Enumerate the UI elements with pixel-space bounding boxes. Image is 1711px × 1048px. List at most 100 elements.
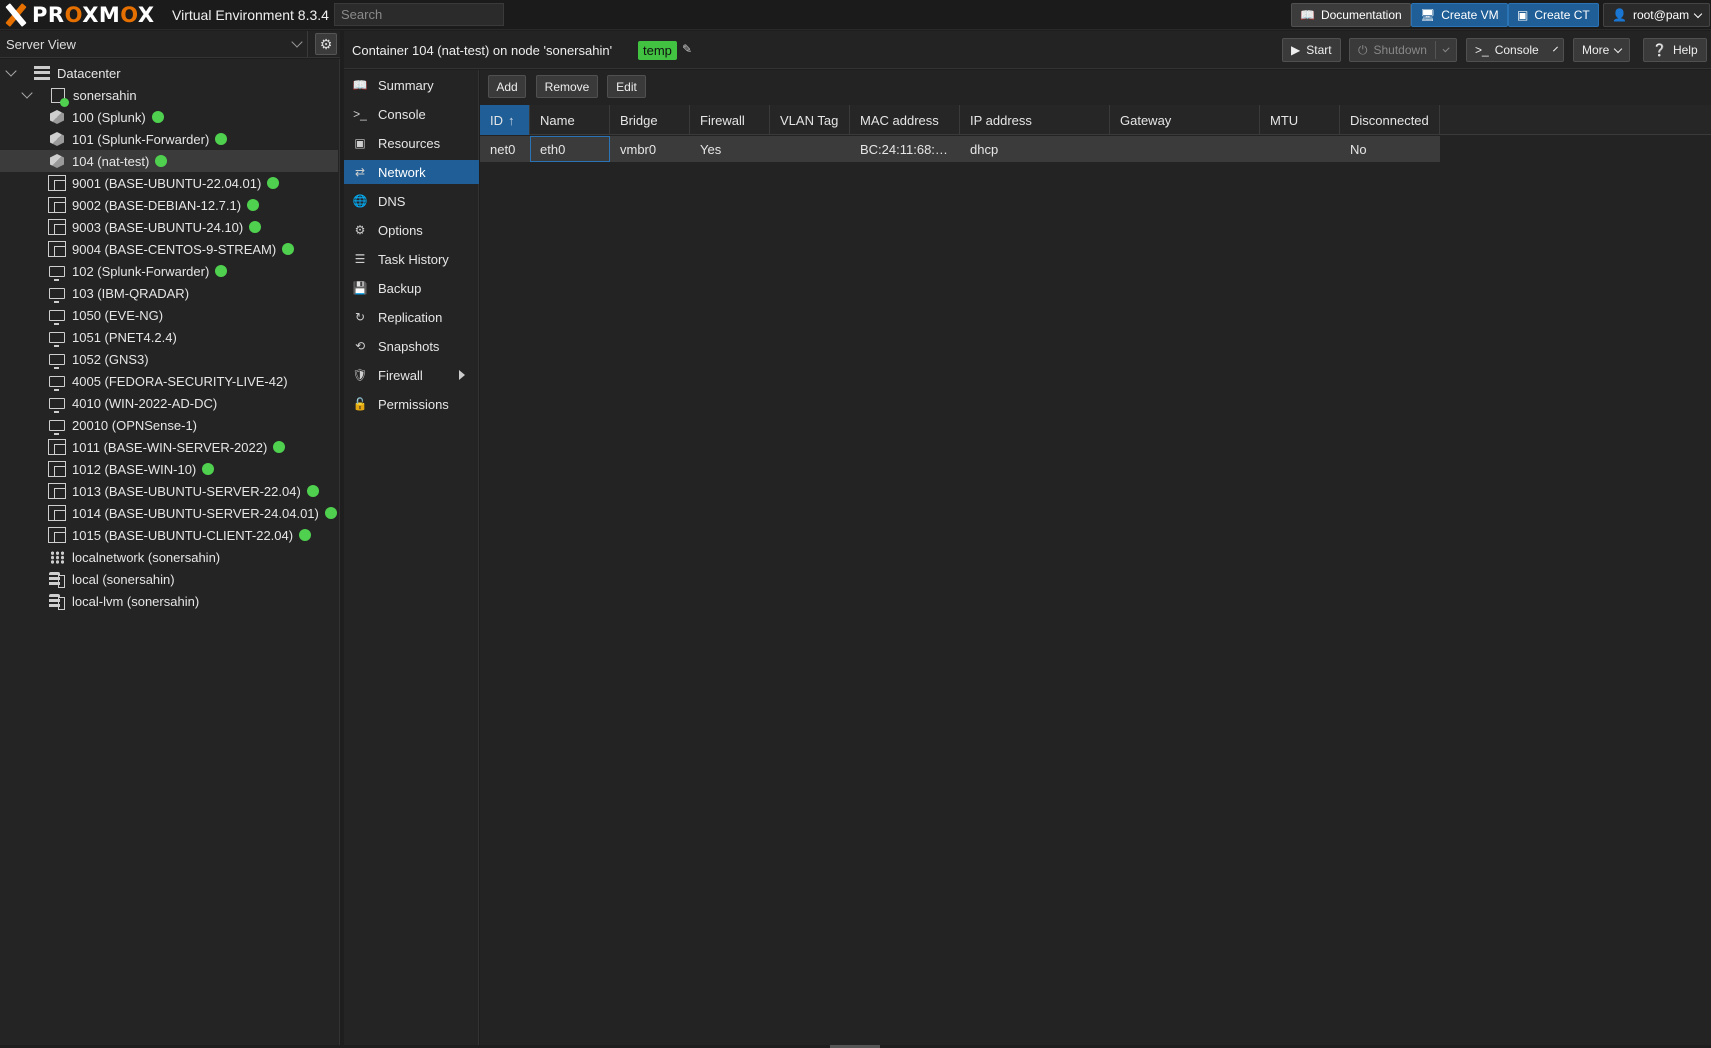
- column-header-disconnected[interactable]: Disconnected: [1340, 105, 1440, 135]
- tree-item[interactable]: 20010 (OPNSense-1): [0, 414, 338, 436]
- chevron-down-icon[interactable]: [1552, 46, 1558, 51]
- tree-item[interactable]: 9004 (BASE-CENTOS-9-STREAM): [0, 238, 338, 260]
- start-button[interactable]: ▶ Start: [1282, 38, 1341, 62]
- cell-bridge: vmbr0: [620, 141, 657, 157]
- cube-icon: ▣: [1517, 8, 1529, 22]
- search-input[interactable]: [334, 3, 504, 26]
- nav-item-summary[interactable]: 📖 Summary: [344, 73, 479, 97]
- tree-item-node[interactable]: sonersahin: [0, 84, 338, 107]
- help-button[interactable]: ❔ Help: [1643, 38, 1707, 62]
- create-ct-button[interactable]: ▣ Create CT: [1508, 3, 1599, 27]
- tree-item[interactable]: 1014 (BASE-UBUNTU-SERVER-24.04.01): [0, 502, 338, 524]
- nav-item-replication[interactable]: ↻ Replication: [344, 305, 479, 329]
- tree-item-label: 100 (Splunk): [72, 109, 146, 125]
- tree-item[interactable]: 1050 (EVE-NG): [0, 304, 338, 326]
- nav-item-dns[interactable]: 🌐 DNS: [344, 189, 479, 213]
- nav-item-snapshots[interactable]: ⟲ Snapshots: [344, 334, 479, 358]
- content-header: Container 104 (nat-test) on node 'soners…: [344, 31, 1711, 69]
- floppy-icon: 💾: [352, 281, 368, 295]
- tree-item[interactable]: 4010 (WIN-2022-AD-DC): [0, 392, 338, 414]
- column-header-bridge[interactable]: Bridge: [610, 105, 690, 135]
- book-icon: 📖: [1300, 8, 1315, 22]
- tree-item[interactable]: 1013 (BASE-UBUNTU-SERVER-22.04): [0, 480, 338, 502]
- tree-item[interactable]: local-lvm (sonersahin): [0, 590, 338, 612]
- tree-item[interactable]: 9003 (BASE-UBUNTU-24.10): [0, 216, 338, 238]
- tree-item-label: 1052 (GNS3): [72, 351, 149, 367]
- tree-item[interactable]: 1051 (PNET4.2.4): [0, 326, 338, 348]
- cell-name: eth0: [530, 136, 610, 162]
- proxmox-logo[interactable]: PROXMOX: [2, 1, 155, 29]
- running-status-icon: [155, 155, 168, 167]
- nav-item-backup[interactable]: 💾 Backup: [344, 276, 479, 300]
- nav-item-resources[interactable]: ▣ Resources: [344, 131, 479, 155]
- more-button[interactable]: More: [1573, 38, 1631, 62]
- tree-item-label: local-lvm (sonersahin): [72, 593, 200, 609]
- tree-item-label: 102 (Splunk-Forwarder): [72, 263, 210, 279]
- cell-mac-address: BC:24:11:68:…: [860, 141, 948, 157]
- gear-icon[interactable]: ⚙: [315, 33, 337, 55]
- column-header-name[interactable]: Name: [530, 105, 610, 135]
- vm-template-icon: [48, 439, 66, 455]
- edit-tags-icon[interactable]: ✎: [682, 42, 692, 56]
- tree-item[interactable]: localnetwork (sonersahin): [0, 546, 338, 568]
- tag-badge[interactable]: temp: [638, 41, 677, 60]
- column-header-vlan-tag[interactable]: VLAN Tag: [770, 105, 850, 135]
- tree-item[interactable]: 1011 (BASE-WIN-SERVER-2022): [0, 436, 338, 458]
- vm-icon: [48, 329, 66, 347]
- tree-item[interactable]: 1012 (BASE-WIN-10): [0, 458, 338, 480]
- tree-item[interactable]: 9002 (BASE-DEBIAN-12.7.1): [0, 194, 338, 216]
- tree-item[interactable]: 9001 (BASE-UBUNTU-22.04.01): [0, 172, 338, 194]
- tree-item[interactable]: 104 (nat-test): [0, 150, 338, 172]
- tree-item-label: 9003 (BASE-UBUNTU-24.10): [72, 219, 244, 235]
- tree-item[interactable]: local (sonersahin): [0, 568, 338, 590]
- tree-item[interactable]: 102 (Splunk-Forwarder): [0, 260, 338, 282]
- table-row[interactable]: net0 eth0 vmbr0 Yes BC:24:11:68:… dhcp No: [480, 136, 1440, 162]
- add-button[interactable]: Add: [488, 75, 526, 98]
- nav-item-options[interactable]: ⚙ Options: [344, 218, 479, 242]
- nav-item-network[interactable]: ⇄ Network: [344, 160, 479, 184]
- tree-item-label: 1014 (BASE-UBUNTU-SERVER-24.04.01): [72, 505, 319, 521]
- running-status-icon: [202, 463, 215, 475]
- view-selector[interactable]: Server View: [0, 31, 308, 57]
- nav-item-label: Network: [378, 164, 426, 180]
- shutdown-button[interactable]: ⏻ Shutdown: [1349, 38, 1457, 62]
- nav-item-firewall[interactable]: 🛡 Firewall: [344, 363, 479, 387]
- edit-button[interactable]: Edit: [607, 75, 646, 98]
- user-icon: 👤: [1612, 8, 1627, 22]
- column-header-mtu[interactable]: MTU: [1260, 105, 1340, 135]
- chevron-down-icon[interactable]: [1442, 44, 1450, 53]
- tree-item-label: 1012 (BASE-WIN-10): [72, 461, 197, 477]
- column-header-gateway[interactable]: Gateway: [1110, 105, 1260, 135]
- nav-item-task-history[interactable]: ☰ Task History: [344, 247, 479, 271]
- create-vm-button[interactable]: 🖥 Create VM: [1411, 3, 1508, 27]
- documentation-button[interactable]: 📖 Documentation: [1291, 3, 1411, 27]
- remove-button[interactable]: Remove: [536, 75, 598, 98]
- expand-icon[interactable]: [21, 87, 33, 99]
- expand-icon[interactable]: [5, 65, 17, 77]
- chevron-down-icon: [291, 36, 303, 48]
- tree-item[interactable]: 101 (Splunk-Forwarder): [0, 128, 338, 150]
- nav-item-permissions[interactable]: 🔓 Permissions: [344, 392, 479, 416]
- history-icon: ⟲: [354, 339, 366, 353]
- user-menu-button[interactable]: 👤 root@pam: [1603, 3, 1711, 27]
- tree-item[interactable]: 1015 (BASE-UBUNTU-CLIENT-22.04): [0, 524, 338, 546]
- create-ct-label: Create CT: [1534, 8, 1590, 22]
- running-status-icon: [151, 111, 164, 123]
- column-header-ip-address[interactable]: IP address: [960, 105, 1110, 135]
- retweet-icon: ↻: [354, 310, 366, 324]
- submenu-arrow-icon[interactable]: [459, 370, 465, 380]
- tree-item[interactable]: 100 (Splunk): [0, 106, 338, 128]
- column-header-mac-address[interactable]: MAC address: [850, 105, 960, 135]
- column-header-id[interactable]: ID ↑: [480, 105, 530, 135]
- nav-item-label: Snapshots: [378, 338, 440, 354]
- nav-item-console[interactable]: >_ Console: [344, 102, 479, 126]
- tree-item-datacenter[interactable]: Datacenter: [0, 62, 338, 84]
- tree-item[interactable]: 4005 (FEDORA-SECURITY-LIVE-42): [0, 370, 338, 392]
- tree-item[interactable]: 103 (IBM-QRADAR): [0, 282, 338, 304]
- console-button[interactable]: >_ Console: [1466, 38, 1564, 62]
- column-header-firewall[interactable]: Firewall: [690, 105, 770, 135]
- nav-item-label: Options: [378, 222, 423, 238]
- tree-item[interactable]: 1052 (GNS3): [0, 348, 338, 370]
- create-vm-label: Create VM: [1441, 8, 1499, 22]
- cell-vlan-tag: [770, 136, 850, 162]
